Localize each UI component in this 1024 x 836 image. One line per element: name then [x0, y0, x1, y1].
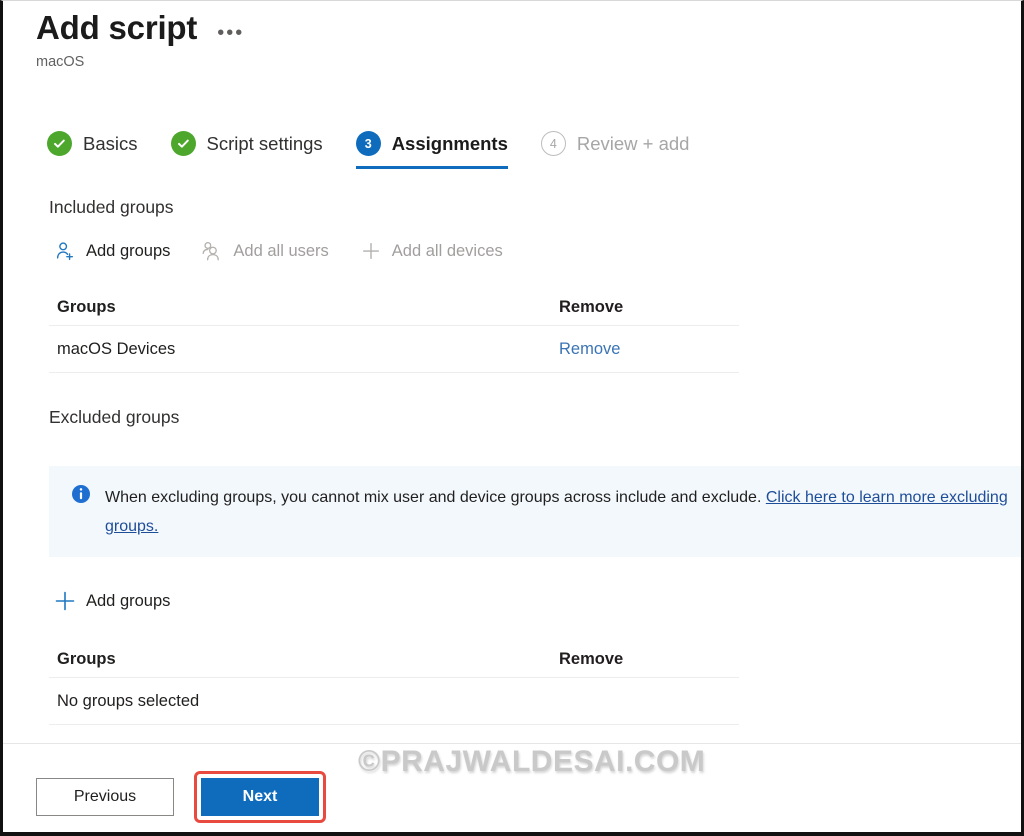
- included-groups-heading: Included groups: [49, 197, 174, 217]
- next-button-highlight: Next: [194, 771, 326, 823]
- page-subtitle: macOS: [36, 54, 85, 70]
- footer-divider: [3, 743, 1021, 744]
- wizard-step-review-add[interactable]: 4 Review + add: [540, 131, 690, 169]
- wizard-footer: Previous Next: [36, 771, 326, 823]
- column-header-remove: Remove: [559, 297, 624, 316]
- page-header: Add script ••• macOS: [36, 7, 936, 72]
- wizard-steps: Basics Script settings 3 Assignments 4 R…: [47, 131, 722, 169]
- excluded-groups-table: Groups Remove No groups selected: [49, 641, 739, 725]
- add-groups-button-excluded[interactable]: Add groups: [53, 589, 170, 613]
- people-icon: [200, 239, 224, 263]
- step-badge-4: 4: [540, 131, 566, 156]
- wizard-step-label: Review + add: [576, 132, 690, 154]
- table-empty-row: No groups selected: [49, 678, 739, 725]
- wizard-step-script-settings[interactable]: Script settings: [170, 131, 323, 169]
- next-button[interactable]: Next: [201, 778, 319, 816]
- wizard-step-label: Basics: [83, 132, 138, 154]
- check-circle-icon: [170, 131, 196, 156]
- step-badge-3: 3: [355, 131, 381, 156]
- previous-button[interactable]: Previous: [36, 778, 174, 816]
- excluded-groups-heading: Excluded groups: [49, 407, 180, 427]
- column-header-remove: Remove: [559, 649, 624, 668]
- add-all-users-button[interactable]: Add all users: [200, 239, 329, 263]
- plus-icon: [53, 589, 77, 613]
- column-header-groups: Groups: [57, 649, 116, 668]
- info-icon: [71, 484, 91, 504]
- title-row: Add script •••: [36, 7, 936, 49]
- watermark: ©PRAJWALDESAI.COM: [358, 745, 706, 778]
- wizard-step-assignments[interactable]: 3 Assignments: [355, 131, 509, 169]
- table-row: macOS Devices Remove: [49, 326, 739, 373]
- page-title: Add script: [36, 9, 198, 46]
- command-label: Add groups: [86, 241, 171, 260]
- excluded-groups-commandbar: Add groups: [53, 589, 200, 613]
- add-all-devices-button[interactable]: Add all devices: [359, 239, 503, 263]
- cell-group-name: macOS Devices: [57, 339, 176, 358]
- overflow-menu-icon[interactable]: •••: [217, 13, 244, 43]
- wizard-step-basics[interactable]: Basics: [47, 131, 138, 169]
- command-label: Add all devices: [391, 241, 503, 260]
- wizard-step-label: Assignments: [391, 132, 508, 154]
- table-header-row: Groups Remove: [49, 289, 739, 326]
- info-banner-message: When excluding groups, you cannot mix us…: [105, 489, 766, 506]
- table-header-row: Groups Remove: [49, 641, 739, 678]
- included-groups-table: Groups Remove macOS Devices Remove: [49, 289, 739, 373]
- wizard-step-label: Script settings: [206, 132, 323, 154]
- info-banner-text: When excluding groups, you cannot mix us…: [105, 483, 1011, 541]
- included-groups-commandbar: Add groups Add all users Add all devices: [53, 239, 533, 263]
- check-circle-icon: [47, 131, 72, 156]
- exclude-groups-info-banner: When excluding groups, you cannot mix us…: [49, 466, 1021, 557]
- person-add-icon: [53, 239, 77, 263]
- empty-state-text: No groups selected: [57, 691, 200, 710]
- command-label: Add all users: [233, 241, 329, 260]
- remove-link[interactable]: Remove: [559, 340, 620, 358]
- column-header-groups: Groups: [57, 297, 116, 316]
- command-label: Add groups: [86, 591, 171, 610]
- add-groups-button-included[interactable]: Add groups: [53, 239, 170, 263]
- plus-icon: [359, 239, 383, 263]
- add-script-wizard-page: Add script ••• macOS Basics Script setti…: [0, 0, 1024, 836]
